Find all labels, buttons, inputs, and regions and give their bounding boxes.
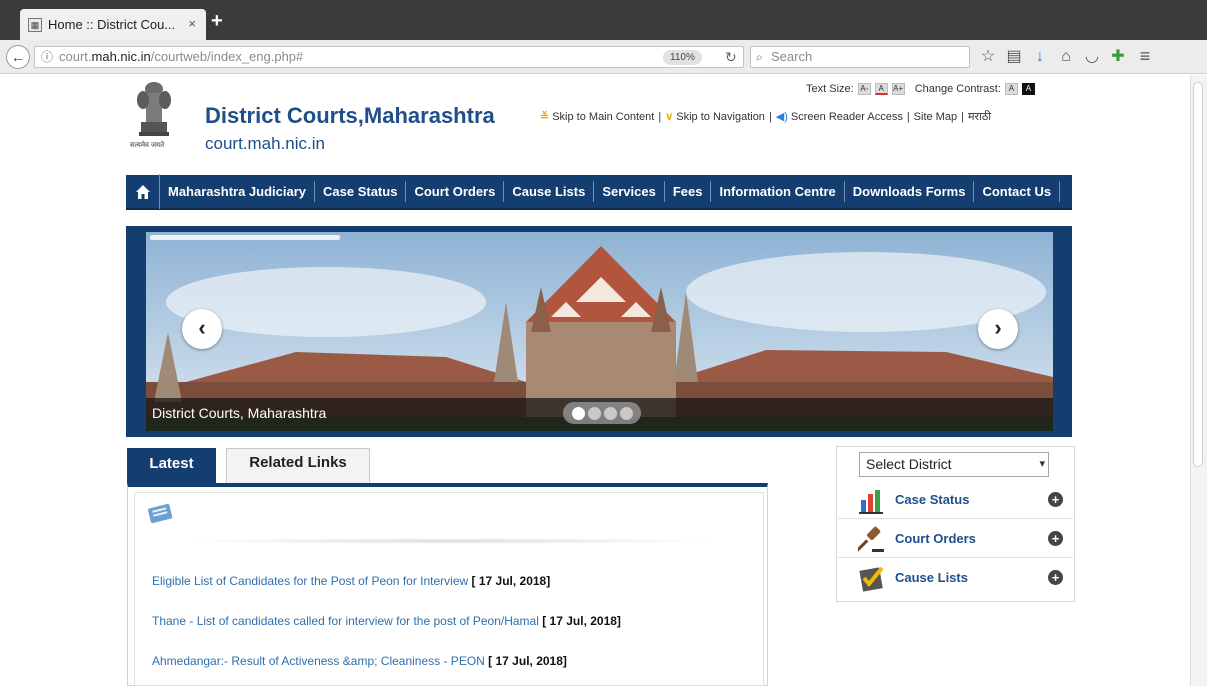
url-prefix: court. xyxy=(59,49,92,64)
reload-icon[interactable]: ↻ xyxy=(725,47,737,67)
contrast-high-button[interactable]: A xyxy=(1021,83,1035,95)
quick-link-case-status[interactable]: Case Status + xyxy=(838,481,1073,519)
scrollbar-thumb[interactable] xyxy=(1193,82,1203,467)
news-date: [ 17 Jul, 2018] xyxy=(488,654,567,668)
browser-toolbar: ← ⓘ court.mah.nic.in/courtweb/index_eng.… xyxy=(0,40,1207,74)
contrast-label: Change Contrast: xyxy=(914,83,1001,95)
site-subtitle: court.mah.nic.in xyxy=(205,134,325,153)
home-icon xyxy=(135,184,150,199)
quick-link-label: Court Orders xyxy=(895,531,976,546)
skip-main-link[interactable]: Skip to Main Content xyxy=(552,111,654,123)
accessibility-controls: Text Size: A- A A+ Change Contrast: A A xyxy=(806,83,1035,95)
separator: | xyxy=(658,110,662,123)
new-tab-button[interactable]: + xyxy=(211,10,223,33)
back-button[interactable]: ← xyxy=(6,45,30,69)
expand-plus-icon[interactable]: + xyxy=(1048,570,1063,585)
tab-latest[interactable]: Latest xyxy=(127,448,216,483)
search-placeholder: Search xyxy=(771,49,813,64)
nav-item-services[interactable]: Services xyxy=(594,181,665,202)
nav-item-case-status[interactable]: Case Status xyxy=(315,181,407,202)
news-link[interactable]: Thane - List of candidates called for in… xyxy=(152,614,539,628)
favicon-icon: ▦ xyxy=(28,17,42,32)
chevron-down-icon: ∨ xyxy=(665,111,674,123)
nav-item-downloads-forms[interactable]: Downloads Forms xyxy=(845,181,975,202)
nav-item-court-orders[interactable]: Court Orders xyxy=(406,181,505,202)
speaker-icon: ◀) xyxy=(775,111,788,123)
news-divider xyxy=(180,538,720,544)
emblem-caption: सत्यमेव जयते xyxy=(130,142,165,149)
slider-dot[interactable] xyxy=(603,406,617,420)
downloads-icon[interactable]: ↓ xyxy=(1030,49,1050,65)
screen-reader-link[interactable]: Screen Reader Access xyxy=(791,111,903,123)
text-size-decrease-button[interactable]: A- xyxy=(857,83,871,95)
tab-related-links[interactable]: Related Links xyxy=(226,448,370,483)
home-icon[interactable]: ⌂ xyxy=(1056,49,1076,65)
browser-tab[interactable]: ▦ Home :: District Cou... × xyxy=(20,9,206,40)
newspaper-icon xyxy=(148,503,173,523)
news-item: Ahmedangar:- Result of Activeness &amp; … xyxy=(152,654,567,668)
news-link[interactable]: Ahmedangar:- Result of Activeness &amp; … xyxy=(152,654,485,668)
pocket-icon[interactable]: ◡ xyxy=(1082,49,1102,65)
quick-link-label: Case Status xyxy=(895,492,970,507)
news-item: Eligible List of Candidates for the Post… xyxy=(152,574,550,588)
skip-nav-link[interactable]: Skip to Navigation xyxy=(676,111,765,123)
skip-links: ≚ Skip to Main Content | ∨ Skip to Navig… xyxy=(540,109,991,124)
separator: | xyxy=(961,110,964,123)
slider-dot[interactable] xyxy=(571,406,585,420)
district-select-value: Select District xyxy=(866,456,952,472)
site-title[interactable]: District Courts,Maharashtra xyxy=(205,103,495,129)
news-date: [ 17 Jul, 2018] xyxy=(542,614,621,628)
text-size-increase-button[interactable]: A+ xyxy=(891,83,905,95)
checklist-icon xyxy=(859,566,884,592)
address-bar[interactable]: ⓘ court.mah.nic.in/courtweb/index_eng.ph… xyxy=(34,46,744,68)
site-map-link[interactable]: Site Map xyxy=(914,111,957,123)
contrast-normal-button[interactable]: A xyxy=(1004,83,1018,95)
url-path: /courtweb/index_eng.php# xyxy=(150,49,304,64)
expand-plus-icon[interactable]: + xyxy=(1048,492,1063,507)
marathi-language-link[interactable]: मराठी xyxy=(968,109,991,124)
slide-progress-bar xyxy=(150,235,340,240)
news-link[interactable]: Eligible List of Candidates for the Post… xyxy=(152,574,468,588)
menu-icon[interactable]: ≡ xyxy=(1135,47,1155,65)
expand-plus-icon[interactable]: + xyxy=(1048,531,1063,546)
site-info-icon[interactable]: ⓘ xyxy=(41,47,53,67)
slider-dot[interactable] xyxy=(619,406,633,420)
nav-item-information-centre[interactable]: Information Centre xyxy=(711,181,845,202)
search-icon: ⌕ xyxy=(756,50,763,64)
separator: | xyxy=(768,110,772,123)
nav-item-contact-us[interactable]: Contact Us xyxy=(974,181,1061,202)
quick-link-label: Cause Lists xyxy=(895,570,968,585)
gavel-icon xyxy=(858,526,884,552)
extension-icon[interactable]: ✚ xyxy=(1108,49,1128,65)
text-size-normal-button[interactable]: A xyxy=(874,83,888,95)
tab-close-icon[interactable]: × xyxy=(188,16,196,31)
slider-next-button[interactable]: › xyxy=(978,309,1018,349)
text-size-label: Text Size: xyxy=(806,83,854,95)
bar-chart-icon xyxy=(859,490,883,514)
slider-pagination xyxy=(563,402,641,424)
main-navigation: Maharashtra Judiciary Case Status Court … xyxy=(126,174,1072,210)
url-host: mah.nic.in xyxy=(91,49,151,64)
tab-title: Home :: District Cou... xyxy=(48,17,176,32)
bookmarks-library-icon[interactable]: ▤ xyxy=(1004,49,1024,65)
separator: | xyxy=(906,110,910,123)
nav-item-maharashtra-judiciary[interactable]: Maharashtra Judiciary xyxy=(160,181,316,202)
bookmark-star-icon[interactable]: ☆ xyxy=(978,49,998,65)
chevron-down-icon: ≚ xyxy=(540,111,550,123)
browser-tab-strip: ▦ Home :: District Cou... × + xyxy=(0,0,1207,40)
browser-search-input[interactable]: ⌕ Search xyxy=(750,46,970,68)
slider-prev-button[interactable]: ‹ xyxy=(182,309,222,349)
nav-home-button[interactable] xyxy=(126,174,160,209)
nav-item-fees[interactable]: Fees xyxy=(665,181,712,202)
news-item: Thane - List of candidates called for in… xyxy=(152,614,621,628)
dropdown-arrow-icon: ▾ xyxy=(1039,458,1045,470)
news-date: [ 17 Jul, 2018] xyxy=(471,574,551,588)
quick-link-cause-lists[interactable]: Cause Lists + xyxy=(838,559,1073,597)
quick-link-court-orders[interactable]: Court Orders + xyxy=(838,520,1073,558)
slider-dot[interactable] xyxy=(587,406,601,420)
zoom-indicator[interactable]: 110% xyxy=(663,50,702,65)
banner-caption: District Courts, Maharashtra xyxy=(152,405,327,421)
district-select[interactable]: Select District ▾ xyxy=(859,452,1049,477)
nav-item-cause-lists[interactable]: Cause Lists xyxy=(504,181,595,202)
